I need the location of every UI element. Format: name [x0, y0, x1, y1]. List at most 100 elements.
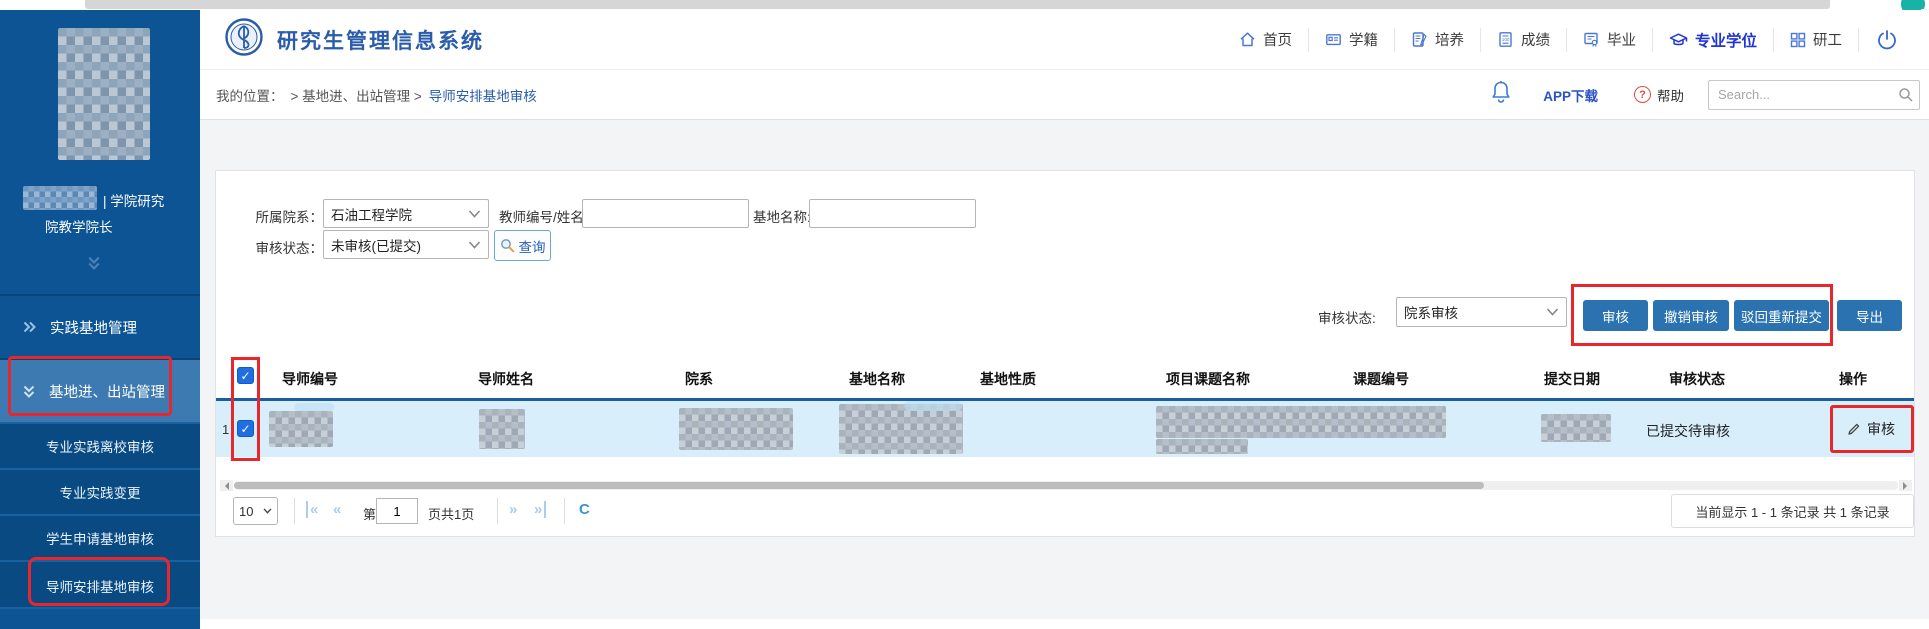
page-size-value: 10: [239, 504, 253, 519]
app-download-link[interactable]: APP下载: [1543, 85, 1598, 105]
redacted-department: [679, 408, 793, 450]
col-submit-date[interactable]: 提交日期: [1544, 369, 1600, 389]
nav-student-status[interactable]: 学籍: [1308, 28, 1394, 52]
row-action-label: 审核: [1867, 419, 1895, 439]
sidebar-subitem-practice-change[interactable]: 专业实践变更: [0, 468, 200, 514]
col-actions[interactable]: 操作: [1839, 369, 1867, 389]
col-audit-status[interactable]: 审核状态: [1669, 369, 1725, 389]
sidebar-item-practice-base-management[interactable]: 实践基地管理: [0, 294, 200, 358]
user-role-inline: | 学院研究: [103, 190, 164, 210]
breadcrumb-parent[interactable]: > 基地进、出站管理 >: [291, 85, 422, 105]
sidebar-item-base-in-out-management[interactable]: 基地进、出站管理: [0, 358, 200, 422]
sidebar: | 学院研究 院教学院长 实践基地管理 基地进、出站管理 专业实践离校审核 专业…: [0, 10, 200, 619]
col-department[interactable]: 院系: [685, 369, 713, 389]
nav-graduate-affairs[interactable]: 研工: [1773, 28, 1858, 52]
global-search: [1708, 80, 1920, 110]
sidebar-subitem-practice-leave-audit[interactable]: 专业实践离校审核: [0, 422, 200, 468]
toolbar-audit-status-select[interactable]: 院系审核: [1396, 297, 1567, 327]
department-select[interactable]: 石油工程学院: [323, 199, 489, 228]
col-mentor-id[interactable]: 导师编号: [282, 369, 338, 389]
nav-professional-degree[interactable]: 专业学位: [1652, 28, 1773, 52]
help-circle-icon: ?: [1634, 86, 1651, 103]
query-button[interactable]: 查询: [494, 230, 551, 261]
profile-collapse-button[interactable]: [84, 255, 104, 276]
audit-status-label: 审核状态：: [236, 237, 323, 257]
page-number-input[interactable]: [376, 498, 418, 524]
row-audit-status: 已提交待审核: [1646, 421, 1730, 441]
grid-icon: [1790, 32, 1806, 48]
col-project-id[interactable]: 课题编号: [1353, 369, 1409, 389]
breadcrumb-location-label: 我的位置：: [216, 85, 284, 105]
revoke-audit-button[interactable]: 撤销审核: [1653, 300, 1729, 331]
sidebar-item-label: 实践基地管理: [50, 317, 137, 338]
base-name-label: 基地名称:: [753, 206, 811, 226]
subitem-label: 专业实践离校审核: [46, 436, 154, 456]
button-label: 撤销审核: [1664, 306, 1718, 326]
horizontal-scrollbar[interactable]: [220, 480, 1912, 491]
next-page-icon[interactable]: »: [509, 501, 517, 518]
help-link[interactable]: ? 帮助: [1634, 85, 1684, 105]
base-name-input[interactable]: [809, 199, 976, 228]
horizontal-scrollbar-thumb[interactable]: [234, 482, 1484, 489]
scroll-right-arrow[interactable]: [1899, 480, 1912, 491]
refresh-icon[interactable]: C: [579, 501, 590, 518]
col-mentor-name[interactable]: 导师姓名: [478, 369, 534, 389]
last-page-icon[interactable]: »: [534, 501, 546, 518]
scroll-left-arrow[interactable]: [220, 480, 233, 491]
page-size-select[interactable]: 10: [233, 497, 278, 525]
table-row[interactable]: 1 已提交待审核 审核: [216, 401, 1914, 457]
school-emblem-icon: [224, 17, 264, 62]
pager-divider: [497, 498, 498, 524]
sidebar-subitem-mentor-arrange-base-audit[interactable]: 导师安排基地审核: [0, 560, 200, 609]
redaction-smudge: [904, 401, 962, 411]
subitem-label: 导师安排基地审核: [46, 576, 154, 596]
notification-bell-button[interactable]: [1489, 79, 1513, 110]
audit-status-select-value: 未审核(已提交): [331, 235, 421, 255]
main-content: 所属院系： 石油工程学院 教师编号/姓名: 基地名称: 审核状态： 未审核(已提…: [200, 120, 1929, 619]
svg-text:100: 100: [1502, 37, 1510, 42]
logout-button[interactable]: [1858, 28, 1915, 52]
col-project-title[interactable]: 项目课题名称: [1166, 369, 1250, 389]
subitem-label: 专业实践变更: [60, 482, 141, 502]
search-input[interactable]: [1708, 80, 1920, 110]
row-checkbox[interactable]: [237, 420, 254, 437]
chevron-down-icon: [263, 508, 272, 514]
breadcrumb-current: 导师安排基地审核: [429, 85, 537, 105]
nav-training[interactable]: 培养: [1394, 28, 1480, 52]
redacted-project-title: [1156, 406, 1446, 438]
redacted-mentor-name: [479, 409, 525, 449]
audit-button[interactable]: 审核: [1583, 300, 1648, 331]
reject-resubmit-button[interactable]: 驳回重新提交: [1734, 300, 1829, 331]
nav-graduation[interactable]: 毕业: [1566, 28, 1652, 52]
export-button[interactable]: 导出: [1837, 300, 1902, 331]
certificate-icon: [1583, 31, 1600, 48]
subitem-label: 学生申请基地审核: [46, 528, 154, 548]
redacted-project-title-line2: [1156, 439, 1248, 454]
audit-status-select[interactable]: 未审核(已提交): [323, 230, 489, 259]
pencil-icon: [1846, 422, 1861, 437]
magnifier-icon: [500, 238, 515, 253]
sidebar-subitem-student-apply-base-audit[interactable]: 学生申请基地审核: [0, 514, 200, 560]
redacted-user-name: [23, 186, 97, 210]
col-base-name[interactable]: 基地名称: [849, 369, 905, 389]
chevrons-down-icon: [84, 255, 104, 271]
prev-page-icon[interactable]: «: [333, 501, 341, 518]
search-icon[interactable]: [1898, 87, 1914, 108]
content-panel: 所属院系： 石油工程学院 教师编号/姓名: 基地名称: 审核状态： 未审核(已提…: [215, 170, 1915, 537]
breadcrumb: 我的位置： > 基地进、出站管理 > 导师安排基地审核: [216, 85, 537, 105]
bell-icon: [1489, 79, 1513, 105]
nav-label: 研工: [1813, 29, 1842, 50]
chevron-down-icon: [468, 241, 481, 249]
select-all-checkbox[interactable]: [237, 367, 254, 384]
first-page-icon[interactable]: «: [306, 501, 318, 518]
col-base-type[interactable]: 基地性质: [980, 369, 1036, 389]
nav-home[interactable]: 首页: [1223, 28, 1308, 52]
home-icon: [1239, 31, 1256, 48]
button-label: 驳回重新提交: [1741, 306, 1822, 326]
teacher-input[interactable]: [582, 199, 749, 228]
user-role-line2: 院教学院长: [45, 216, 113, 236]
query-button-label: 查询: [519, 236, 546, 256]
nav-label: 毕业: [1607, 29, 1636, 50]
nav-grades[interactable]: 100 成绩: [1480, 28, 1566, 52]
row-audit-action-link[interactable]: 审核: [1846, 419, 1895, 439]
